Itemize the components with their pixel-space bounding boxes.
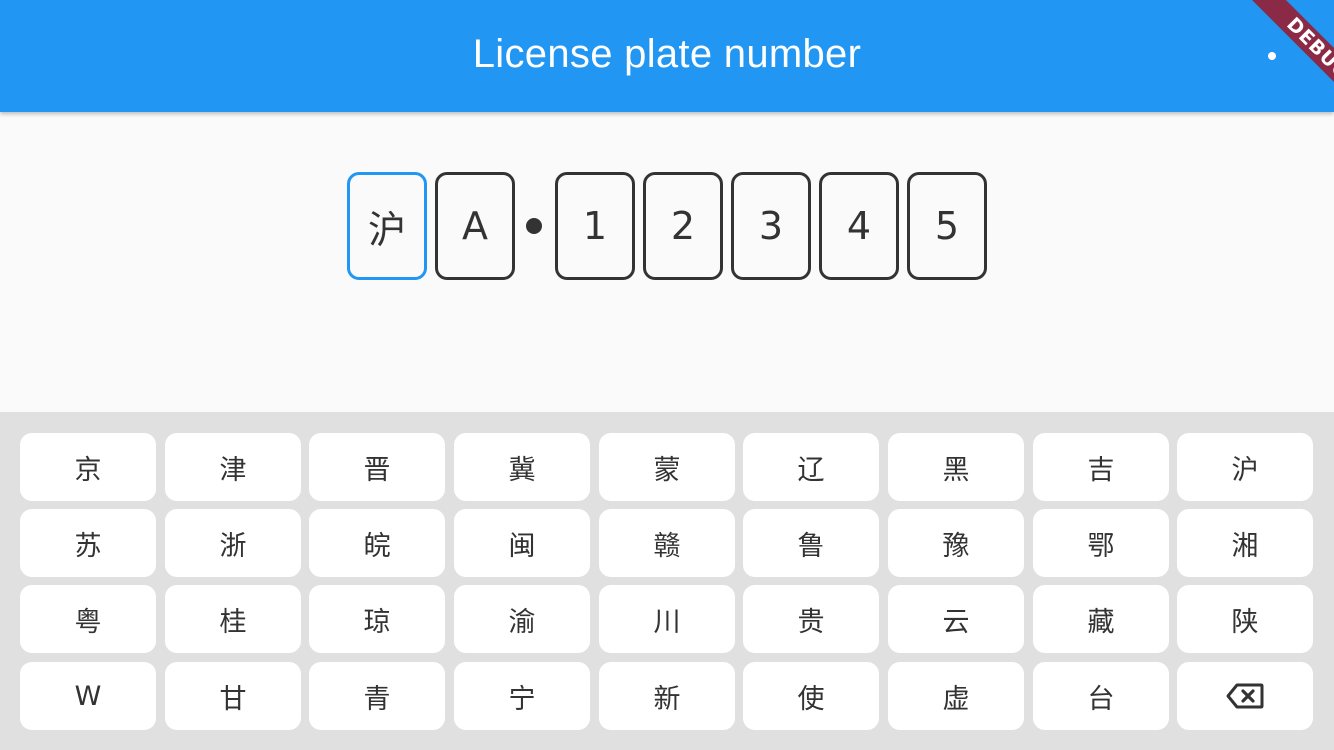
key-jing[interactable]: 京 [20,433,156,501]
key-w[interactable]: W [20,662,156,730]
key-zang[interactable]: 藏 [1033,585,1169,653]
key-shan[interactable]: 陕 [1177,585,1313,653]
key-ji[interactable]: 冀 [454,433,590,501]
key-yu-chongqing[interactable]: 渝 [454,585,590,653]
key-jin-shanxi[interactable]: 晋 [309,433,445,501]
key-tai[interactable]: 台 [1033,662,1169,730]
key-gui-guizhou[interactable]: 贵 [743,585,879,653]
key-chuan[interactable]: 川 [599,585,735,653]
plate-separator-dot [526,218,542,234]
backspace-icon [1226,683,1264,709]
key-e[interactable]: 鄂 [1033,509,1169,577]
key-gui-guangxi[interactable]: 桂 [165,585,301,653]
key-yu[interactable]: 豫 [888,509,1024,577]
plate-char-3[interactable]: 1 [555,172,635,280]
key-wan[interactable]: 皖 [309,509,445,577]
key-su[interactable]: 苏 [20,509,156,577]
key-yue[interactable]: 粤 [20,585,156,653]
debug-label: DEBUG [1245,0,1334,120]
app-bar: License plate number [0,0,1334,112]
debug-banner: DEBUG [1214,0,1334,120]
key-min[interactable]: 闽 [454,509,590,577]
key-meng[interactable]: 蒙 [599,433,735,501]
key-jin[interactable]: 津 [165,433,301,501]
key-hu[interactable]: 沪 [1177,433,1313,501]
plate-char-5[interactable]: 3 [731,172,811,280]
key-liao[interactable]: 辽 [743,433,879,501]
key-xu[interactable]: 虚 [888,662,1024,730]
province-keyboard: 京 津 晋 冀 蒙 辽 黑 吉 沪 苏 浙 皖 闽 赣 鲁 豫 鄂 湘 粤 桂 … [0,412,1334,750]
key-hei[interactable]: 黑 [888,433,1024,501]
key-zhe[interactable]: 浙 [165,509,301,577]
key-shi[interactable]: 使 [743,662,879,730]
plate-char-4[interactable]: 2 [643,172,723,280]
key-qiong[interactable]: 琼 [309,585,445,653]
plate-char-7[interactable]: 5 [907,172,987,280]
backspace-button[interactable] [1177,662,1313,730]
key-gan-gansu[interactable]: 甘 [165,662,301,730]
plate-char-2[interactable]: A [435,172,515,280]
key-ning[interactable]: 宁 [454,662,590,730]
key-xin[interactable]: 新 [599,662,735,730]
page-title: License plate number [472,32,862,76]
key-xiang[interactable]: 湘 [1177,509,1313,577]
key-ji-jilin[interactable]: 吉 [1033,433,1169,501]
key-gan-jiangxi[interactable]: 赣 [599,509,735,577]
plate-input: 沪 A 1 2 3 4 5 [347,172,987,280]
plate-char-6[interactable]: 4 [819,172,899,280]
key-lu[interactable]: 鲁 [743,509,879,577]
plate-char-1[interactable]: 沪 [347,172,427,280]
key-yun[interactable]: 云 [888,585,1024,653]
key-qing[interactable]: 青 [309,662,445,730]
